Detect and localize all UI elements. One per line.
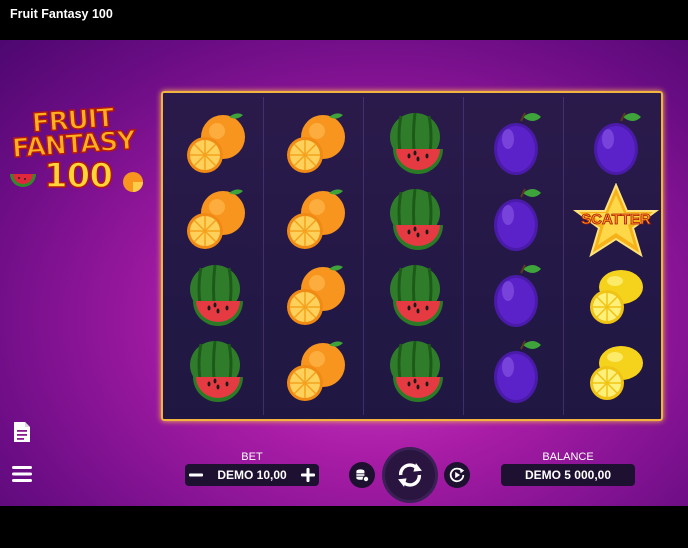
watermelon-icon xyxy=(390,264,443,326)
bet-settings-button[interactable] xyxy=(349,462,375,488)
watermelon-icon xyxy=(390,340,443,402)
game-logo: FRUIT FANTASY 100 xyxy=(6,100,156,200)
reels-frame: SCATTER xyxy=(161,91,663,421)
spin-arrows-icon xyxy=(398,463,422,487)
scatter-symbol: SCATTER xyxy=(571,182,661,259)
reel-separator xyxy=(563,97,564,415)
plum-symbol xyxy=(471,107,561,183)
plum-symbol xyxy=(471,183,561,259)
watermelon-icon xyxy=(190,264,243,326)
balance-value: DEMO 5 000,00 xyxy=(524,468,612,482)
top-bar: Fruit Fantasy 100 xyxy=(0,0,688,40)
plum-icon xyxy=(494,188,541,251)
watermelon-icon xyxy=(390,112,443,174)
orange-symbol xyxy=(271,107,361,183)
watermelon-symbol xyxy=(171,335,261,411)
autoplay-icon xyxy=(449,467,465,483)
lemon-symbol xyxy=(571,335,661,411)
orange-icon xyxy=(287,265,345,325)
plum-symbol xyxy=(471,259,561,335)
plus-icon[interactable] xyxy=(299,466,317,484)
plum-icon xyxy=(494,340,541,403)
orange-symbol xyxy=(271,335,361,411)
plum-symbol xyxy=(471,335,561,411)
watermelon-icon xyxy=(190,340,243,402)
logo-orange-icon xyxy=(123,172,143,192)
lemon-icon xyxy=(590,270,643,324)
reel-separator xyxy=(363,97,364,415)
reel-separator xyxy=(463,97,464,415)
game-title: Fruit Fantasy 100 xyxy=(10,7,113,21)
plum-icon xyxy=(594,112,641,175)
orange-symbol xyxy=(271,183,361,259)
document-icon[interactable] xyxy=(10,420,34,444)
hamburger-menu-icon[interactable] xyxy=(10,462,34,486)
watermelon-symbol xyxy=(371,183,461,259)
watermelon-symbol xyxy=(371,107,461,183)
plum-icon xyxy=(494,264,541,327)
logo-watermelon-icon xyxy=(10,174,36,187)
watermelon-symbol xyxy=(171,259,261,335)
watermelon-symbol xyxy=(371,259,461,335)
orange-icon xyxy=(187,189,245,249)
watermelon-icon xyxy=(390,188,443,250)
orange-symbol xyxy=(271,259,361,335)
orange-icon xyxy=(287,113,345,173)
scatter-label: SCATTER xyxy=(581,211,651,228)
coins-settings-icon xyxy=(356,469,370,483)
autoplay-button[interactable] xyxy=(444,462,470,488)
bottom-bar xyxy=(0,506,688,548)
balance-label: BALANCE xyxy=(542,451,594,463)
reel-separator xyxy=(263,97,264,415)
orange-icon xyxy=(287,341,345,401)
watermelon-symbol xyxy=(371,335,461,411)
orange-symbol xyxy=(171,107,261,183)
scatter-icon: SCATTER xyxy=(572,182,660,258)
plum-symbol xyxy=(571,107,661,183)
orange-icon xyxy=(187,113,245,173)
logo-line-3: 100 xyxy=(43,155,113,197)
bet-label: BET xyxy=(241,451,263,463)
lemon-icon xyxy=(590,346,643,400)
spin-button[interactable] xyxy=(385,450,435,500)
orange-symbol xyxy=(171,183,261,259)
minus-icon[interactable] xyxy=(187,466,205,484)
bet-value: DEMO 10,00 xyxy=(217,468,287,482)
balance-display: DEMO 5 000,00 xyxy=(501,464,635,486)
lemon-symbol xyxy=(571,259,661,335)
orange-icon xyxy=(287,189,345,249)
plum-icon xyxy=(494,112,541,175)
